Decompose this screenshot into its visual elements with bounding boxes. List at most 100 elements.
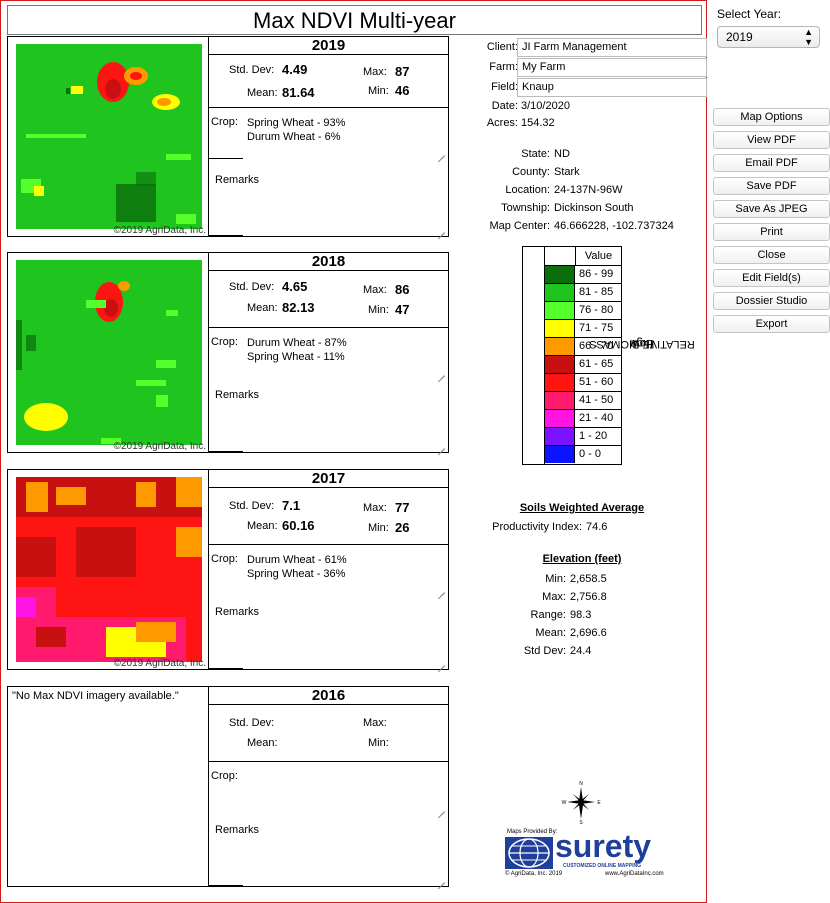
year-heading: 2018	[209, 253, 448, 271]
legend-range: 61 - 65	[579, 358, 614, 370]
selected-year: 2019	[726, 30, 753, 44]
remarks-field[interactable]: Remarks	[215, 174, 259, 186]
copyright-text: ©2019 AgriData, Inc.	[113, 225, 206, 236]
legend-swatch	[545, 410, 575, 427]
crop-item: Durum Wheat - 6%	[247, 131, 341, 143]
year-heading: 2016	[209, 687, 448, 705]
elevation-heading: Elevation (feet)	[542, 553, 622, 565]
crop-label: Crop:	[211, 553, 238, 565]
logo-url: www.AgriDataInc.com	[605, 871, 664, 877]
edit-fields-button[interactable]: Edit Field(s)	[713, 269, 830, 287]
county-row: County: Stark	[456, 166, 708, 184]
year-panel-2019: ©2019 AgriData, Inc. 2019 Std. Dev: 4.49…	[7, 36, 455, 237]
max-label: Max:	[363, 284, 387, 296]
crop-field[interactable]: Crop:	[209, 761, 448, 815]
compass-w: W	[562, 800, 567, 806]
save-pdf-button[interactable]: Save PDF	[713, 177, 830, 195]
mean-label: Mean:	[247, 87, 278, 99]
legend-range: 66 - 70	[579, 340, 614, 352]
remarks-field[interactable]: Remarks	[215, 389, 259, 401]
date-value: 3/10/2020	[521, 100, 570, 112]
stats-box-2019: 2019 Std. Dev: 4.49 Max: 87 Mean: 81.64 …	[208, 36, 449, 237]
soils-heading: Soils Weighted Average	[519, 502, 645, 514]
crop-field[interactable]: Crop: Durum Wheat - 61% Spring Wheat - 3…	[209, 544, 448, 596]
compass-s: S	[579, 820, 583, 825]
max-value: 87	[395, 64, 410, 79]
legend-range: 41 - 50	[579, 394, 614, 406]
elev-max-label: Max:	[542, 591, 566, 603]
elev-mean-row: Mean: 2,696.6	[456, 627, 708, 645]
resize-handle-icon[interactable]	[438, 659, 445, 666]
year-panel-2017: ©2019 AgriData, Inc. 2017 Std. Dev: 7.1 …	[7, 469, 455, 670]
field-name-field[interactable]: Knaup	[517, 78, 707, 97]
ndvi-map-2017: ©2019 AgriData, Inc.	[7, 469, 208, 670]
productivity-label: Productivity Index:	[492, 521, 582, 533]
copyright-text: ©2019 AgriData, Inc.	[113, 658, 206, 669]
year-select[interactable]: 2019 ▲ ▼	[717, 26, 820, 48]
elev-mean-label: Mean:	[535, 627, 566, 639]
legend-range: 1 - 20	[579, 430, 608, 442]
crop-list: Durum Wheat - 87% Spring Wheat - 11%	[247, 336, 347, 364]
resize-handle-icon[interactable]	[438, 149, 445, 156]
year-panel-2016: "No Max NDVI imagery available." 2016 St…	[7, 686, 455, 887]
view-pdf-button[interactable]: View PDF	[713, 131, 830, 149]
mean-label: Mean:	[247, 520, 278, 532]
crop-field[interactable]: Crop: Spring Wheat - 93% Durum Wheat - 6…	[209, 107, 448, 159]
export-button[interactable]: Export	[713, 315, 830, 333]
acres-value: 154.32	[521, 117, 555, 129]
state-row: State: ND	[456, 148, 708, 166]
resize-handle-icon[interactable]	[438, 226, 445, 233]
dossier-studio-button[interactable]: Dossier Studio	[713, 292, 830, 310]
elev-min-row: Min: 2,658.5	[456, 573, 708, 591]
farm-row: Farm: My Farm	[456, 58, 708, 78]
legend-range: 71 - 75	[579, 322, 614, 334]
remarks-field[interactable]: Remarks	[215, 606, 259, 618]
save-jpeg-button[interactable]: Save As JPEG	[713, 200, 830, 218]
farm-field[interactable]: My Farm	[517, 58, 707, 77]
legend-row: 51 - 60	[545, 374, 621, 392]
legend-row: 41 - 50	[545, 392, 621, 410]
max-value: 77	[395, 500, 410, 515]
field-row: Field: Knaup	[456, 78, 708, 98]
email-pdf-button[interactable]: Email PDF	[713, 154, 830, 172]
legend-swatch	[545, 356, 575, 373]
max-label: Max:	[363, 717, 387, 729]
resize-handle-icon[interactable]	[438, 369, 445, 376]
map-options-button[interactable]: Map Options	[713, 108, 830, 126]
mean-value: 81.64	[282, 85, 315, 100]
close-button[interactable]: Close	[713, 246, 830, 264]
remarks-field[interactable]: Remarks	[215, 824, 259, 836]
location-label: Location:	[505, 184, 550, 196]
resize-handle-icon[interactable]	[438, 876, 445, 883]
crop-field[interactable]: Crop: Durum Wheat - 87% Spring Wheat - 1…	[209, 327, 448, 379]
legend-axis-label: Low RELATIVE BIOMASS High	[523, 247, 695, 464]
elev-min-value: 2,658.5	[570, 573, 607, 585]
crop-list: Spring Wheat - 93% Durum Wheat - 6%	[247, 116, 345, 144]
controls-sidebar: Select Year: 2019 ▲ ▼ Map Options View PD…	[707, 0, 830, 903]
print-button[interactable]: Print	[713, 223, 830, 241]
copyright-text: ©2019 AgriData, Inc.	[113, 441, 206, 452]
resize-handle-icon[interactable]	[438, 586, 445, 593]
legend-row: 76 - 80	[545, 302, 621, 320]
resize-handle-icon[interactable]	[438, 805, 445, 812]
client-field[interactable]: JI Farm Management	[517, 38, 707, 57]
legend-range: 0 - 0	[579, 448, 602, 460]
select-year-label: Select Year:	[717, 7, 782, 21]
legend-swatch	[545, 374, 575, 391]
year-heading: 2017	[209, 470, 448, 488]
stats-box-2018: 2018 Std. Dev: 4.65 Max: 86 Mean: 82.13 …	[208, 252, 449, 453]
logo-tagline: CUSTOMIZED ONLINE MAPPING	[563, 863, 641, 869]
field-map-image	[16, 260, 202, 445]
location-row: Location: 24-137N-96W	[456, 184, 708, 202]
client-row: Client: JI Farm Management	[456, 38, 708, 58]
legend-range: 86 - 99	[579, 268, 614, 280]
legend-row: 71 - 75	[545, 320, 621, 338]
legend-swatch	[545, 284, 575, 301]
min-value: 46	[395, 83, 410, 98]
year-panel-2018: ©2019 AgriData, Inc. 2018 Std. Dev: 4.65…	[7, 252, 455, 453]
resize-handle-icon[interactable]	[438, 442, 445, 449]
compass-n: N	[579, 781, 583, 787]
farm-label: Farm:	[489, 61, 518, 73]
min-value: 47	[395, 302, 410, 317]
productivity-row: Productivity Index: 74.6	[456, 521, 708, 539]
